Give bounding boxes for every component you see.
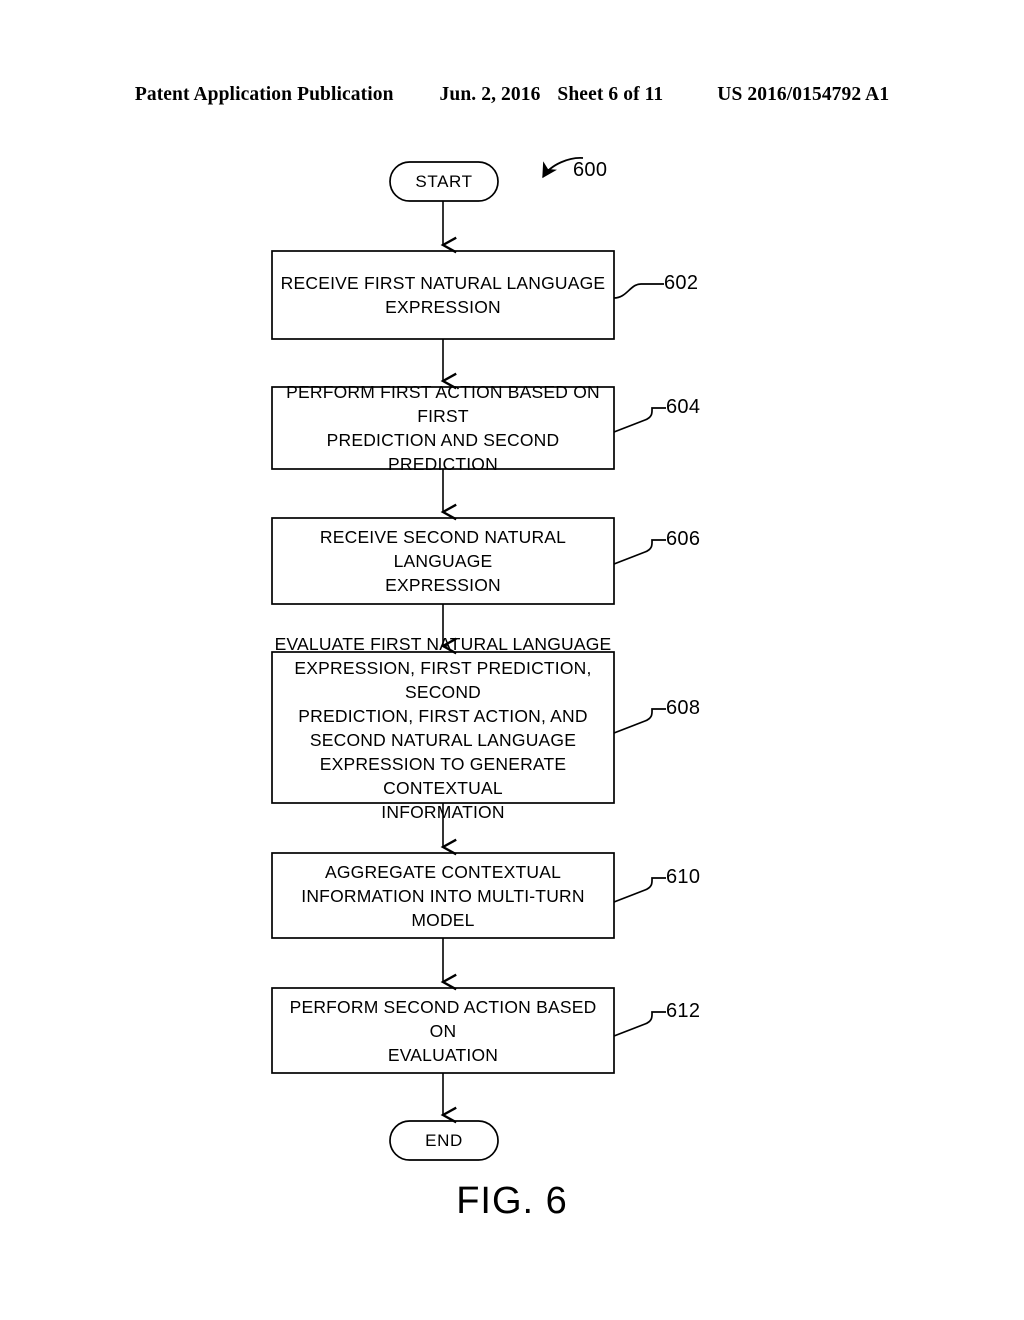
leader-line-604 bbox=[613, 407, 666, 433]
start-node-label: START bbox=[415, 171, 473, 191]
reference-numeral-612: 612 bbox=[666, 1000, 701, 1022]
reference-numeral-606: 606 bbox=[666, 528, 701, 550]
leader-line-606 bbox=[613, 539, 666, 565]
leader-line-612 bbox=[613, 1011, 666, 1037]
end-node-label: END bbox=[425, 1130, 463, 1150]
reference-numeral-604: 604 bbox=[666, 396, 701, 418]
reference-numeral-600: 600 bbox=[573, 159, 608, 181]
reference-numeral-610: 610 bbox=[666, 866, 701, 888]
reference-numeral-608: 608 bbox=[666, 697, 701, 719]
figure-caption: FIG. 6 bbox=[456, 1180, 568, 1222]
leader-line-602 bbox=[613, 283, 664, 299]
leader-line-608 bbox=[613, 708, 666, 734]
step-610-label: AGGREGATE CONTEXTUAL INFORMATION INTO MU… bbox=[301, 861, 585, 930]
flowchart-figure: START RECEIVE FIRST NATURAL LANGUAGE EXP… bbox=[0, 0, 1024, 1320]
step-612-label: PERFORM SECOND ACTION BASED ON EVALUATIO… bbox=[289, 996, 597, 1065]
reference-numeral-602: 602 bbox=[664, 272, 699, 294]
step-604-label: PERFORM FIRST ACTION BASED ON FIRST PRED… bbox=[286, 382, 600, 474]
step-602-label: RECEIVE FIRST NATURAL LANGUAGE EXPRESSIO… bbox=[280, 273, 606, 317]
step-608-label: EVALUATE FIRST NATURAL LANGUAGE EXPRESSI… bbox=[274, 633, 612, 822]
leader-line-610 bbox=[613, 877, 666, 903]
step-606-label: RECEIVE SECOND NATURAL LANGUAGE EXPRESSI… bbox=[319, 527, 567, 595]
